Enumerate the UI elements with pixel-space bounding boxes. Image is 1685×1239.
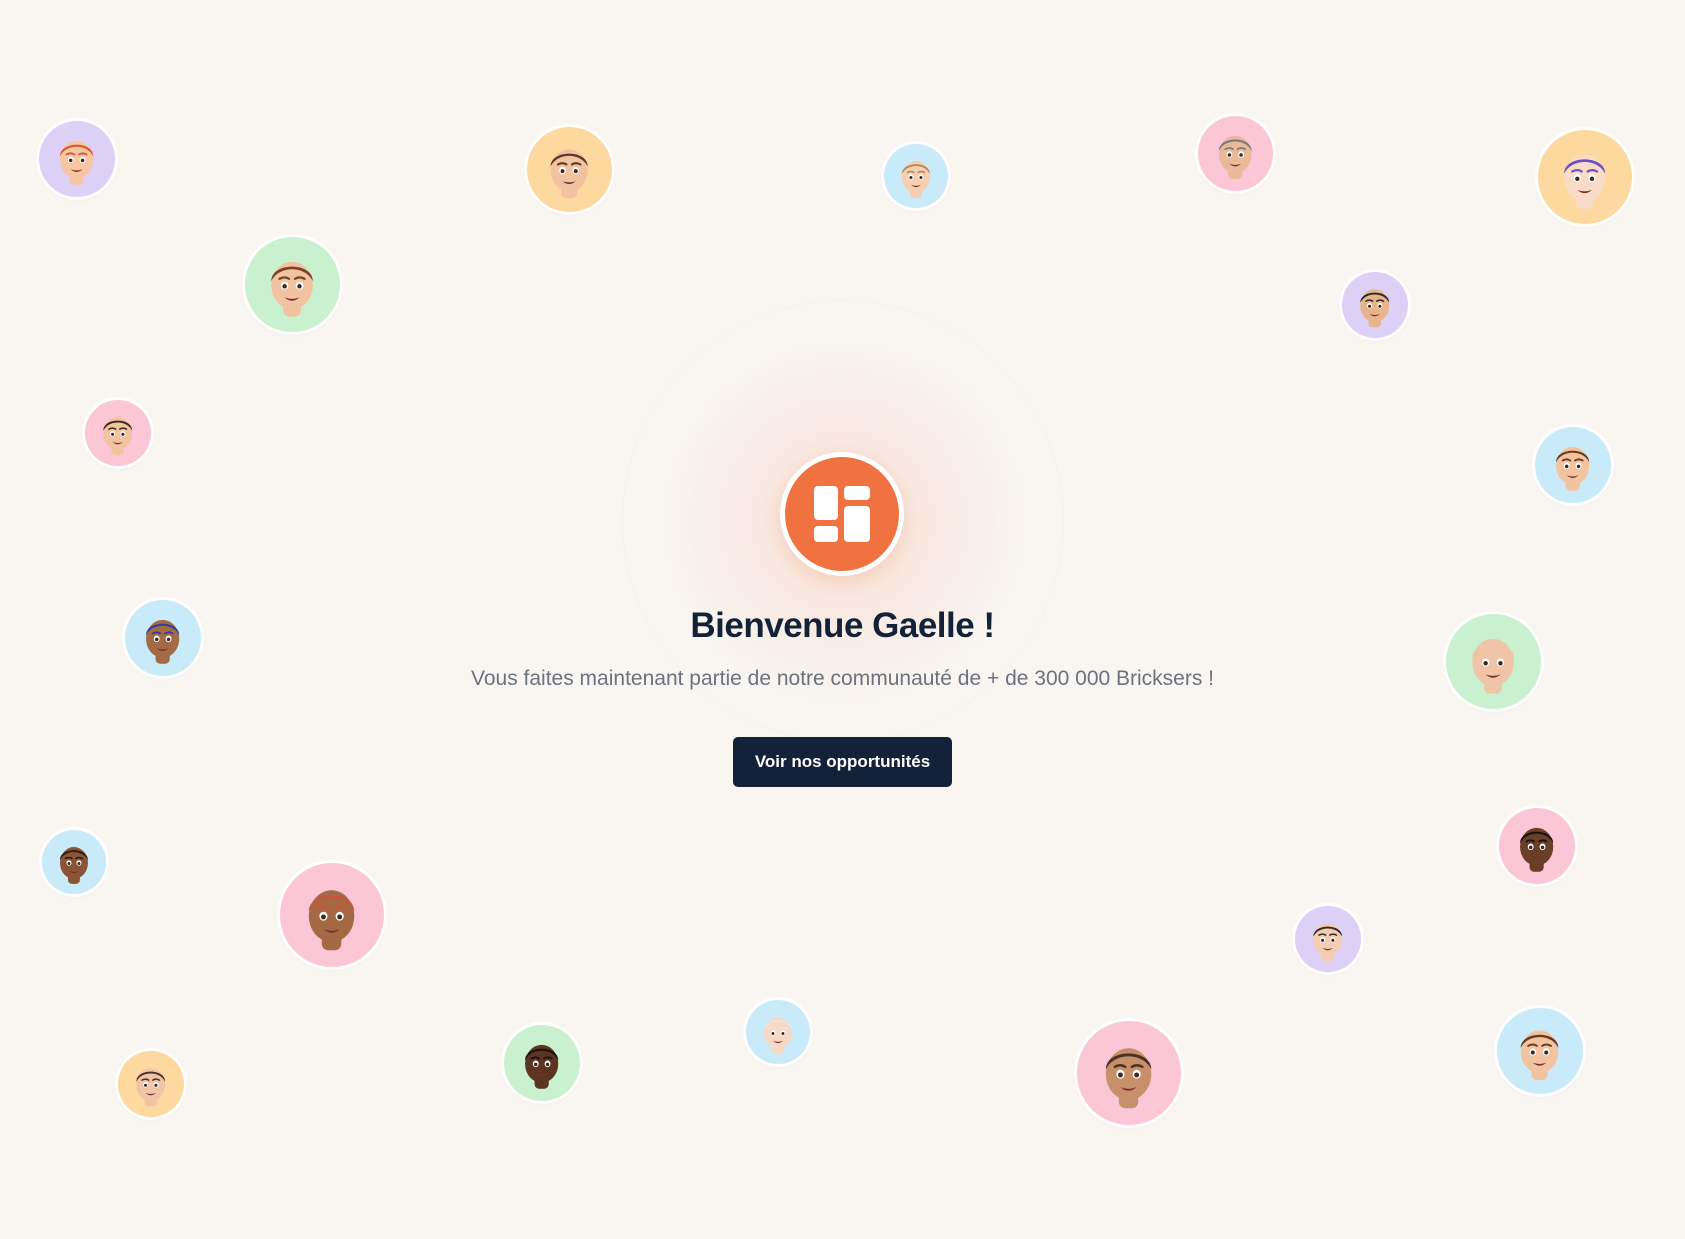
avatar-memoji-6 <box>245 237 340 332</box>
avatar-memoji-16 <box>118 1051 184 1117</box>
memoji-face-icon <box>1219 135 1252 180</box>
avatar-memoji-5 <box>1538 130 1632 224</box>
memoji-face-icon <box>1360 289 1390 328</box>
memoji-face-icon <box>764 1017 792 1054</box>
memoji-face-icon <box>309 890 355 951</box>
brand-logo <box>785 457 899 571</box>
welcome-subtitle: Vous faites maintenant partie de notre c… <box>470 667 1215 690</box>
opportunities-button[interactable]: Voir nos opportunités <box>733 737 952 787</box>
avatar-memoji-18 <box>746 1000 810 1064</box>
memoji-face-icon <box>550 149 589 199</box>
avatar-memoji-2 <box>527 127 612 212</box>
brand-dashboard-icon <box>814 486 870 542</box>
memoji-face-icon <box>1564 155 1606 210</box>
memoji-face-icon <box>902 161 930 198</box>
memoji-face-icon <box>103 417 133 456</box>
avatar-memoji-7 <box>1342 272 1408 338</box>
memoji-face-icon <box>525 1045 559 1090</box>
avatar-memoji-4 <box>1198 116 1273 191</box>
memoji-face-icon <box>60 847 88 884</box>
welcome-title: Bienvenue Gaelle ! <box>690 606 995 645</box>
logo-badge <box>780 452 904 576</box>
avatar-memoji-9 <box>1535 427 1611 503</box>
memoji-face-icon <box>1106 1048 1152 1109</box>
memoji-face-icon <box>271 262 314 318</box>
avatar-memoji-12 <box>42 830 106 894</box>
avatar-memoji-15 <box>1295 906 1361 972</box>
avatar-memoji-13 <box>280 863 384 967</box>
avatar-memoji-14 <box>1499 808 1575 884</box>
memoji-face-icon <box>60 141 94 186</box>
avatar-memoji-20 <box>1497 1008 1583 1094</box>
avatar-memoji-19 <box>1077 1021 1181 1125</box>
memoji-face-icon <box>1556 447 1590 492</box>
memoji-face-icon <box>1313 923 1343 962</box>
avatar-memoji-1 <box>39 121 115 197</box>
avatar-memoji-8 <box>85 400 151 466</box>
avatar-memoji-17 <box>504 1025 580 1101</box>
memoji-face-icon <box>1520 828 1554 873</box>
memoji-face-icon <box>136 1068 166 1107</box>
memoji-face-icon <box>1521 1030 1559 1081</box>
avatar-memoji-3 <box>884 144 948 208</box>
